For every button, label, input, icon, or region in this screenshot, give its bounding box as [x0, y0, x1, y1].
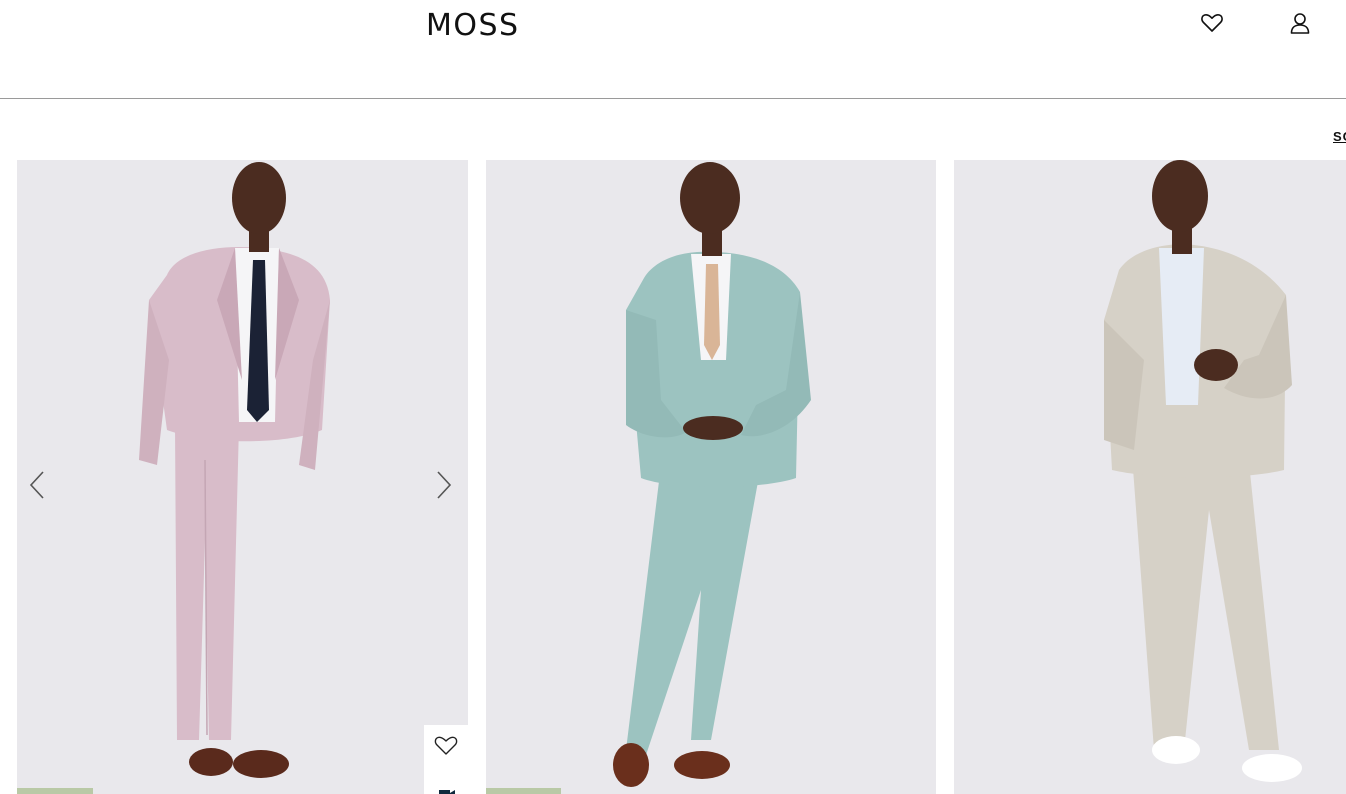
moss-logo[interactable]: MOSS — [426, 8, 520, 43]
wishlist-panel — [424, 725, 468, 794]
product-image[interactable] — [17, 160, 468, 794]
chevron-right-icon — [437, 471, 452, 499]
product-card-stone-linen-suit[interactable] — [954, 160, 1346, 794]
add-to-wishlist-heart-icon[interactable] — [424, 725, 468, 765]
sort-button[interactable]: SO — [1333, 129, 1346, 144]
product-badge — [17, 788, 93, 794]
wishlist-heart-icon[interactable] — [1199, 10, 1225, 36]
product-card-pink-suit[interactable] — [17, 160, 468, 794]
chevron-left-icon — [29, 471, 44, 499]
product-image[interactable] — [954, 160, 1346, 794]
site-header: MOSS — [0, 0, 1346, 99]
video-camera-icon[interactable] — [424, 770, 468, 794]
product-image[interactable] — [486, 160, 936, 794]
account-user-icon[interactable] — [1287, 10, 1313, 36]
image-next-button[interactable] — [432, 468, 456, 502]
product-badge — [486, 788, 561, 794]
image-prev-button[interactable] — [25, 468, 49, 502]
product-card-sage-green-suit[interactable] — [486, 160, 936, 794]
